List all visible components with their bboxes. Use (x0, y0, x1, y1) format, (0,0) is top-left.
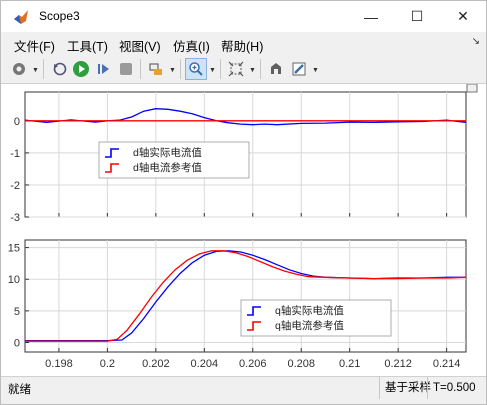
status-ready: 就绪 (8, 384, 31, 396)
toolbar-separator (140, 59, 141, 79)
maximize-icon: ☐ (410, 8, 424, 24)
minimize-icon: — (364, 8, 378, 25)
run-icon[interactable] (70, 58, 92, 80)
scope-window: Scope3 — ☐ ✕ 文件(F) 工具(T) 视图(V) 仿真(I) 帮助(… (0, 0, 487, 405)
close-button[interactable]: ✕ (440, 1, 486, 32)
stop-icon[interactable] (115, 58, 137, 80)
fit-icon[interactable] (225, 58, 247, 80)
close-icon: ✕ (457, 8, 469, 24)
toolbar-separator (220, 59, 221, 79)
x-tick-label: 0.202 (142, 358, 170, 370)
menu-simulation[interactable]: 仿真(I) (173, 36, 210, 55)
settings-dropdown-icon[interactable]: ▼ (32, 67, 39, 74)
y-tick-label: -2 (10, 180, 20, 192)
legend-label: q轴电流参考值 (275, 319, 344, 332)
legend-label: q轴实际电流值 (275, 304, 344, 317)
x-tick-label: 0.198 (45, 358, 73, 370)
y-tick-label: 0 (14, 116, 20, 128)
scope-plots[interactable]: 0 -1 -2 -3 d轴实际电流值 d轴电流参考值 0.198 0.2 0.202 0.204 0… (1, 83, 486, 376)
x-tick-label: 0.212 (384, 358, 412, 370)
step-forward-icon[interactable] (93, 58, 115, 80)
matlab-logo-icon (14, 10, 28, 24)
axes-restore-icon (466, 83, 478, 93)
toolbar-separator (180, 59, 181, 79)
x-tick-label: 0.206 (239, 358, 267, 370)
menu-collapse-arrow-icon[interactable]: ↘ (472, 36, 480, 47)
toolbar-separator (260, 59, 261, 79)
status-sample-mode: 基于采样 (379, 377, 431, 399)
x-tick-label: 0.21 (339, 358, 360, 370)
toolbar-separator (43, 59, 44, 79)
x-tick-label: 0.214 (433, 358, 461, 370)
window-title: Scope3 (39, 9, 80, 23)
menu-bar: 文件(F) 工具(T) 视图(V) 仿真(I) 帮助(H) ↘ (1, 33, 486, 55)
legend-label: d轴实际电流值 (133, 146, 202, 159)
plot-area: 0 -1 -2 -3 d轴实际电流值 d轴电流参考值 0.198 0.2 0.202 0.204 0… (1, 83, 486, 376)
zoom-icon[interactable] (185, 58, 207, 80)
toolbar: ▼ ▼ ▼ ▼ ▼ (1, 55, 486, 84)
menu-file[interactable]: 文件(F) (14, 36, 55, 55)
x-tick-label: 0.208 (287, 358, 315, 370)
x-tick-label: 0.2 (100, 358, 115, 370)
fit-dropdown-icon[interactable]: ▼ (249, 67, 256, 74)
y-tick-label: 15 (8, 243, 20, 255)
restore-icon[interactable] (48, 58, 70, 80)
menu-tools[interactable]: 工具(T) (67, 36, 108, 55)
style-dropdown-icon[interactable]: ▼ (312, 67, 319, 74)
highlight-icon[interactable] (145, 58, 167, 80)
zoom-dropdown-icon[interactable]: ▼ (209, 67, 216, 74)
highlight-dropdown-icon[interactable]: ▼ (169, 67, 176, 74)
legend-label: d轴电流参考值 (133, 161, 202, 174)
x-tick-label: 0.204 (191, 358, 219, 370)
menu-help[interactable]: 帮助(H) (221, 36, 263, 55)
status-bar: 就绪 基于采样 T=0.500 (1, 376, 486, 399)
minimize-button[interactable]: — (348, 1, 394, 32)
y-tick-label: 0 (14, 338, 20, 350)
menu-view[interactable]: 视图(V) (119, 36, 161, 55)
y-tick-label: 5 (14, 306, 20, 318)
y-tick-label: -3 (10, 212, 20, 224)
settings-icon[interactable] (8, 58, 30, 80)
status-time: T=0.500 (427, 377, 476, 399)
maximize-button[interactable]: ☐ (394, 1, 440, 32)
style-icon[interactable] (288, 58, 310, 80)
pan-icon[interactable] (265, 58, 287, 80)
y-tick-label: -1 (10, 148, 20, 160)
title-bar[interactable]: Scope3 — ☐ ✕ (1, 1, 486, 32)
y-tick-label: 10 (8, 274, 20, 286)
